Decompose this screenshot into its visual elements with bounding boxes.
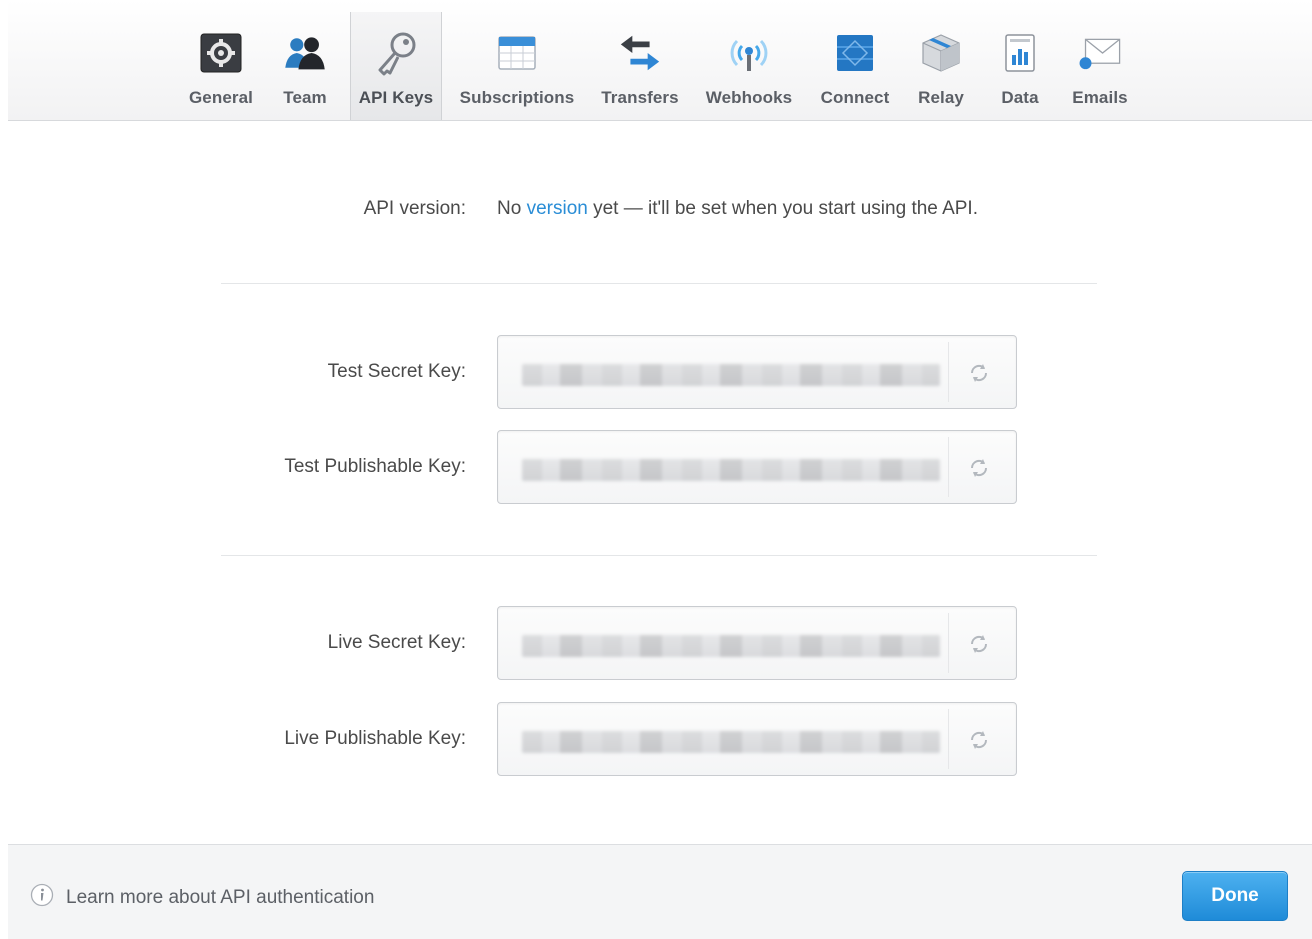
done-button[interactable]: Done <box>1182 871 1288 921</box>
key-icon <box>373 30 419 76</box>
tab-transfers[interactable]: Transfers <box>594 12 686 120</box>
team-icon <box>282 30 328 76</box>
refresh-icon[interactable] <box>966 727 992 753</box>
masked-key-value <box>522 731 940 753</box>
tab-team[interactable]: Team <box>270 12 340 120</box>
connect-icon <box>832 30 878 76</box>
learn-more-link[interactable]: Learn more about API authentication <box>30 883 374 912</box>
api-keys-content: API version: No version yet — it'll be s… <box>8 121 1312 844</box>
tab-label: Webhooks <box>705 88 793 107</box>
info-icon <box>30 883 54 912</box>
refresh-icon[interactable] <box>966 360 992 386</box>
envelope-icon <box>1077 30 1123 76</box>
tab-relay[interactable]: Relay <box>910 12 972 120</box>
tab-data[interactable]: Data <box>988 12 1052 120</box>
field-separator <box>948 437 949 497</box>
tab-label: Connect <box>820 88 890 107</box>
test-secret-key-label: Test Secret Key: <box>327 361 466 382</box>
settings-toolbar: General Team API Keys Subscriptions Tran… <box>8 0 1312 121</box>
version-suffix: yet — it'll be set when you start using … <box>593 198 978 219</box>
tab-label: Data <box>1001 88 1039 107</box>
tab-emails[interactable]: Emails <box>1064 12 1136 120</box>
api-keys-settings-window: General Team API Keys Subscriptions Tran… <box>8 0 1312 939</box>
calendar-icon <box>494 30 540 76</box>
tab-label: Emails <box>1072 88 1128 107</box>
refresh-icon[interactable] <box>966 455 992 481</box>
field-separator <box>948 613 949 673</box>
field-separator <box>948 709 949 769</box>
test-publishable-key-label: Test Publishable Key: <box>284 456 466 477</box>
live-secret-key-field[interactable] <box>497 606 1017 680</box>
tab-label: Transfers <box>601 88 679 107</box>
version-prefix: No <box>497 198 522 219</box>
transfer-arrows-icon <box>617 30 663 76</box>
antenna-icon <box>726 30 772 76</box>
divider <box>221 555 1097 556</box>
tab-connect[interactable]: Connect <box>812 12 898 120</box>
tab-api-keys[interactable]: API Keys <box>350 12 442 120</box>
live-secret-key-label: Live Secret Key: <box>327 632 466 653</box>
tab-label: Subscriptions <box>459 88 575 107</box>
api-version-label: API version: <box>363 198 466 219</box>
gear-icon <box>198 30 244 76</box>
tab-label: Team <box>283 88 327 107</box>
tab-label: General <box>188 88 253 107</box>
tab-general[interactable]: General <box>178 12 264 120</box>
api-version-value: No version yet — it'll be set when you s… <box>497 198 978 220</box>
learn-more-text: Learn more about API authentication <box>66 886 375 908</box>
tab-webhooks[interactable]: Webhooks <box>698 12 800 120</box>
live-publishable-key-field[interactable] <box>497 702 1017 776</box>
box-icon <box>918 30 964 76</box>
live-publishable-key-label: Live Publishable Key: <box>284 728 466 749</box>
masked-key-value <box>522 635 940 657</box>
divider <box>221 283 1097 284</box>
settings-footer: Learn more about API authentication Done <box>8 844 1312 939</box>
tab-label: Relay <box>918 88 964 107</box>
field-separator <box>948 342 949 402</box>
test-secret-key-field[interactable] <box>497 335 1017 409</box>
masked-key-value <box>522 459 940 481</box>
tab-label: API Keys <box>358 88 434 107</box>
test-publishable-key-field[interactable] <box>497 430 1017 504</box>
version-link[interactable]: version <box>527 198 588 219</box>
refresh-icon[interactable] <box>966 631 992 657</box>
tab-subscriptions[interactable]: Subscriptions <box>454 12 580 120</box>
masked-key-value <box>522 364 940 386</box>
data-chart-icon <box>997 30 1043 76</box>
